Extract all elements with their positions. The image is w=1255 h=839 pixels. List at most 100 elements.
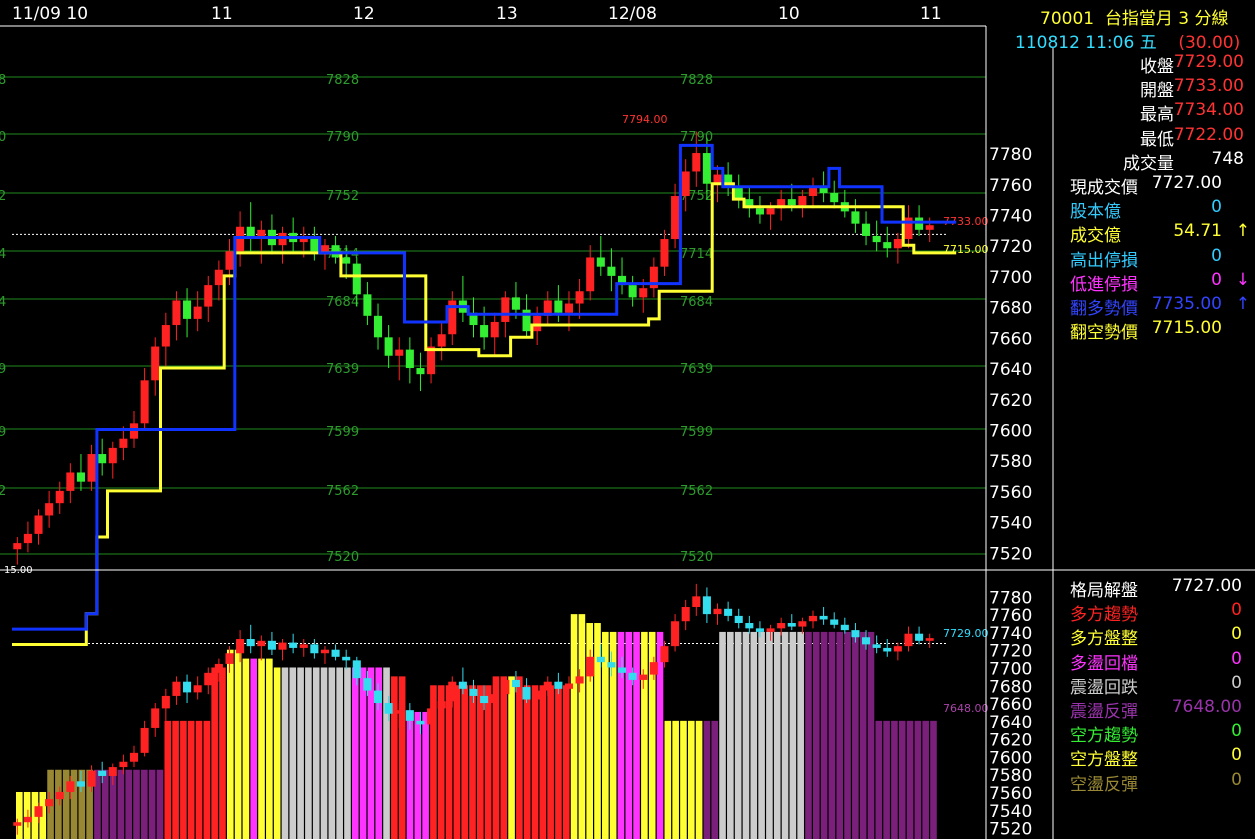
lower-candle-body (554, 681, 563, 689)
lower-candle-body (257, 640, 266, 647)
candle-body (416, 368, 425, 375)
candle-body (766, 208, 775, 215)
quote-row: 開盤 7733.00 (1058, 76, 1244, 102)
lower-candle-body (76, 781, 85, 787)
price-tick-label: 7600 (989, 421, 1032, 441)
candle-body (437, 334, 446, 347)
pattern-bar (578, 614, 586, 839)
pattern-value: 7727.00 (1171, 576, 1242, 596)
candle-body (98, 454, 107, 464)
candle-body (755, 208, 764, 215)
datetime-header: 110812 11:06 五 (30.00) (1015, 28, 1240, 53)
indicator-value: 0 (1211, 269, 1222, 290)
x-axis-label: 12/08 (608, 4, 657, 24)
pattern-bar (766, 631, 773, 839)
pattern-bar (906, 720, 914, 839)
quote-row: 成交量 748 (1058, 149, 1244, 174)
level-label: 7599 (326, 425, 359, 440)
pattern-bar (453, 685, 461, 839)
candle-body (214, 269, 223, 286)
instrument-header: 70001 台指當月 3 分線 (1040, 4, 1229, 29)
lower-candle-body (649, 662, 658, 675)
lower-candle-body (734, 615, 743, 624)
candle-body (55, 490, 64, 504)
pattern-bar (695, 720, 703, 839)
pattern-bar (62, 769, 70, 839)
lower-candle-body (183, 681, 192, 693)
pattern-bar (266, 658, 273, 839)
pattern-bar (859, 631, 867, 839)
pattern-bar (750, 631, 758, 839)
pattern-value: 0 (1231, 600, 1242, 621)
candle-body (161, 325, 170, 347)
candle-body (575, 291, 584, 304)
pattern-bar (273, 667, 281, 839)
lower-candle-body (586, 656, 595, 677)
pattern-bar (445, 685, 453, 839)
lower-candle-body (893, 646, 902, 652)
level-label: 7562 (326, 484, 359, 499)
candle-body (23, 533, 32, 544)
level-edge-label: 4 (0, 295, 6, 310)
pattern-bar (219, 667, 226, 839)
quote-value: 7722.00 (1173, 124, 1244, 145)
level-edge-label: 4 (0, 247, 6, 262)
candle-body (151, 346, 160, 381)
candle-body (183, 300, 192, 319)
lower-candle-body (437, 701, 446, 709)
header-datetime: 110812 11:06 五 (1015, 33, 1157, 53)
candle-body (681, 171, 690, 197)
candle-body (734, 186, 743, 200)
pattern-bar (461, 685, 468, 839)
lower-candle-body (798, 621, 807, 627)
pattern-bar (633, 631, 640, 839)
lower-candle-body (904, 633, 913, 647)
level-edge-label: 9 (0, 425, 6, 440)
indicator-label: 現成交價 (1070, 178, 1138, 198)
pattern-bar (328, 667, 336, 839)
indicator-label: 股本億 (1070, 202, 1121, 223)
candle-body (119, 438, 128, 448)
pattern-bar (742, 631, 750, 839)
pattern-row: 震盪反彈 7648.00 (1058, 697, 1244, 722)
pattern-bar (586, 623, 594, 839)
lower-candle-body (246, 639, 255, 647)
lower-candle-body (862, 637, 871, 645)
x-axis-label: 13 (496, 4, 518, 24)
lower-candle-body (278, 642, 287, 650)
pattern-bar (625, 631, 633, 839)
pattern-bar (555, 685, 562, 839)
pattern-bar (680, 720, 687, 839)
pattern-bar (55, 769, 62, 839)
candle-body (278, 232, 287, 246)
lower-candle-body (724, 608, 733, 616)
pattern-bar (891, 720, 898, 839)
indicator-arrow: ↑ (1235, 294, 1250, 314)
pattern-bar (672, 720, 679, 839)
candle-body (639, 288, 648, 298)
lower-candle-body (840, 624, 849, 631)
pattern-bar (500, 676, 508, 839)
pattern-bar (875, 720, 883, 839)
lower-candle-body (13, 822, 22, 826)
price-tick-label: 7560 (989, 483, 1032, 503)
indicator-row: 成交億 54.71 ↑ (1058, 221, 1250, 246)
quote-label: 開盤 (1140, 81, 1174, 102)
candle-body (108, 447, 117, 464)
lower-price-tick-label: 7620 (989, 731, 1032, 751)
price-tick-label: 7760 (989, 176, 1032, 196)
lower-price-tick-label: 7560 (989, 784, 1032, 804)
indicator-label: 低進停損 (1070, 274, 1138, 295)
pattern-bar (336, 667, 343, 839)
indicator-arrow: ↓ (1235, 269, 1250, 290)
pattern-bar (344, 667, 351, 839)
indicator-row: 翻空勢價 7715.00 (1058, 318, 1244, 343)
pattern-bar (164, 720, 172, 839)
pattern-bar (101, 769, 109, 839)
pattern-bar (781, 631, 789, 839)
lower-candle-body (151, 708, 160, 728)
pattern-bar (789, 631, 797, 839)
pattern-bar (484, 685, 492, 839)
lower-price-tick-label: 7660 (989, 695, 1032, 715)
candle-body (554, 300, 563, 313)
